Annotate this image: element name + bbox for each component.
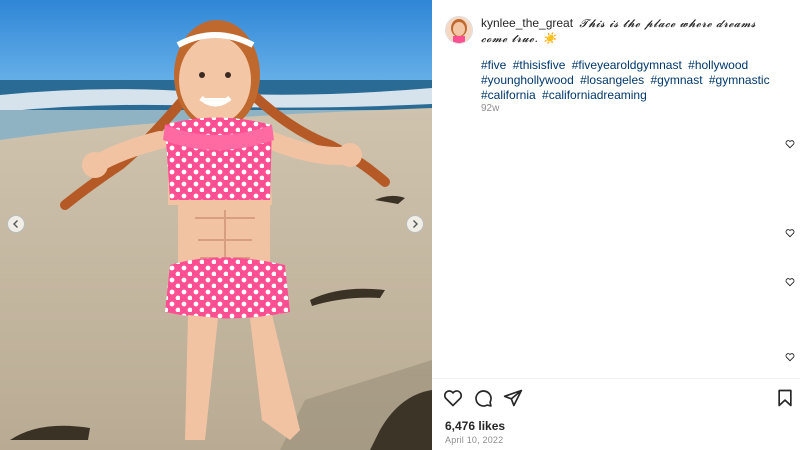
chevron-left-icon (13, 220, 18, 228)
beach-photo (0, 0, 432, 450)
save-button[interactable] (775, 388, 795, 408)
hashtag-link[interactable]: #california (481, 88, 536, 102)
hashtag-link[interactable]: #gymnastic (709, 73, 770, 87)
chevron-right-icon (413, 220, 418, 228)
heart-icon[interactable] (785, 228, 795, 238)
hashtag-list: #five #thisisfive #fiveyearoldgymnast #h… (481, 58, 781, 103)
heart-icon[interactable] (785, 139, 795, 149)
hashtag-link[interactable]: #losangeles (580, 73, 644, 87)
post-details-panel: kynlee_the_great 𝓣𝓱𝓲𝓼 𝓲𝓼 𝓽𝓱𝓮 𝓹𝓵𝓪𝓬𝓮 𝔀𝓱𝓮𝓻𝓮… (432, 0, 800, 450)
divider (432, 378, 800, 379)
hashtag-link[interactable]: #younghollywood (481, 73, 574, 87)
heart-icon[interactable] (785, 277, 795, 287)
avatar-image (446, 17, 472, 43)
avatar[interactable] (445, 16, 473, 44)
previous-photo-button[interactable] (7, 215, 25, 233)
hashtag-link[interactable]: #fiveyearoldgymnast (572, 58, 682, 72)
post-date: April 10, 2022 (445, 435, 504, 445)
post-caption: kynlee_the_great 𝓣𝓱𝓲𝓼 𝓲𝓼 𝓽𝓱𝓮 𝓹𝓵𝓪𝓬𝓮 𝔀𝓱𝓮𝓻𝓮… (481, 16, 781, 46)
hashtag-link[interactable]: #thisisfive (513, 58, 566, 72)
likes-count[interactable]: 6,476 likes (445, 419, 505, 433)
hashtag-link[interactable]: #five (481, 58, 506, 72)
next-photo-button[interactable] (406, 215, 424, 233)
post-age: 92w (481, 103, 500, 114)
heart-icon[interactable] (785, 352, 795, 362)
comment-button[interactable] (473, 388, 493, 408)
username-link[interactable]: kynlee_the_great (481, 16, 573, 30)
like-button[interactable] (443, 388, 463, 408)
hashtag-link[interactable]: #hollywood (688, 58, 748, 72)
hashtag-link[interactable]: #gymnast (651, 73, 703, 87)
hashtag-link[interactable]: #californiadreaming (542, 88, 647, 102)
share-button[interactable] (503, 388, 523, 408)
post-photo[interactable] (0, 0, 432, 450)
